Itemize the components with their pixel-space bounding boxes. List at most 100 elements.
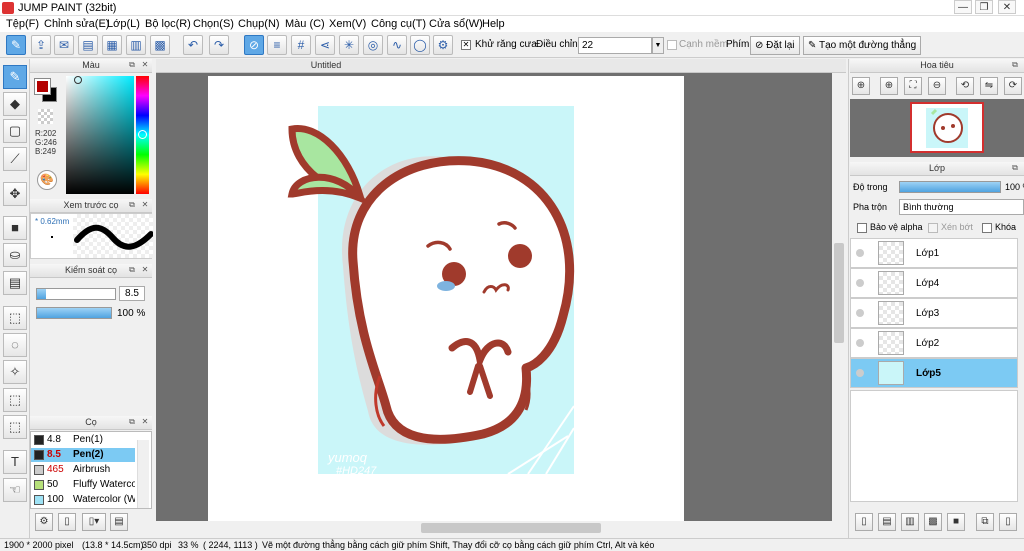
- chevron-down-icon[interactable]: ▼: [652, 37, 664, 54]
- brush-size-slider[interactable]: [36, 288, 116, 300]
- menu-tools[interactable]: Công cụ(T): [371, 18, 426, 30]
- bucket-tool-icon[interactable]: ⛀: [3, 243, 27, 267]
- panel-close-icon[interactable]: ✕: [140, 417, 150, 427]
- new-layer-icon[interactable]: ▯: [855, 513, 873, 531]
- visibility-icon[interactable]: [856, 339, 864, 347]
- undo-icon[interactable]: ↶: [183, 35, 203, 55]
- brush-copy-icon[interactable]: ▯▾: [82, 513, 106, 531]
- ruler-off-icon[interactable]: ⊘: [244, 35, 264, 55]
- brush-list-scrollbar[interactable]: [137, 440, 149, 508]
- perspective-ruler-icon[interactable]: ⋖: [315, 35, 335, 55]
- zoom-out-icon[interactable]: ⊖: [928, 77, 946, 95]
- parallel-ruler-icon[interactable]: ≡: [267, 35, 287, 55]
- grid-icon[interactable]: ▩: [150, 35, 170, 55]
- maximize-button[interactable]: ❐: [975, 0, 993, 14]
- layer-mask-icon[interactable]: ▩: [924, 513, 942, 531]
- brush-item-pen1[interactable]: 4.8 Pen(1): [31, 433, 135, 447]
- layer-delete-icon[interactable]: ▯: [999, 513, 1017, 531]
- layer-folder-icon[interactable]: ■: [947, 513, 965, 531]
- color-picker-cursor[interactable]: [74, 76, 82, 84]
- panel-float-icon[interactable]: ⧉: [1010, 163, 1020, 173]
- visibility-icon[interactable]: [856, 369, 864, 377]
- selection-pen-icon[interactable]: ⬚: [3, 388, 27, 412]
- brush-item-airbrush[interactable]: 465 Airbrush: [31, 463, 135, 477]
- menu-filter[interactable]: Bộ lọc(R): [145, 18, 191, 30]
- adjust-input[interactable]: 22: [578, 37, 652, 54]
- layer-duplicate-icon[interactable]: ⧉: [976, 513, 994, 531]
- zoom-in-alt-icon[interactable]: ⊕: [880, 77, 898, 95]
- visibility-icon[interactable]: [856, 309, 864, 317]
- rectangle-tool-icon[interactable]: ▢: [3, 119, 27, 143]
- export-icon[interactable]: ⇪: [31, 35, 51, 55]
- antialias-checkbox[interactable]: ✕: [461, 40, 471, 50]
- lock-checkbox[interactable]: [982, 223, 992, 233]
- settings-icon[interactable]: ⚙: [433, 35, 453, 55]
- navigator-preview[interactable]: [850, 99, 1024, 157]
- visibility-icon[interactable]: [856, 249, 864, 257]
- smooth-checkbox[interactable]: [667, 40, 677, 50]
- comment-icon[interactable]: ✉: [54, 35, 74, 55]
- layer-row-4[interactable]: Lớp4: [850, 268, 1018, 298]
- menu-edit[interactable]: Chỉnh sửa(E): [44, 18, 109, 30]
- gradient-tool-icon[interactable]: ▤: [3, 271, 27, 295]
- brush-item-watercolor[interactable]: 100 Watercolor (W: [31, 493, 135, 507]
- layer-row-5[interactable]: Lớp5: [850, 358, 1018, 388]
- brush-item-fluffy-watercolor[interactable]: 50 Fluffy Watercol: [31, 478, 135, 492]
- transparent-color-swatch[interactable]: [38, 109, 53, 124]
- curve-ruler-icon[interactable]: ∿: [387, 35, 407, 55]
- fill-rect-tool-icon[interactable]: ■: [3, 216, 27, 240]
- layer-row-2[interactable]: Lớp2: [850, 328, 1018, 358]
- grid-ruler-icon[interactable]: #: [291, 35, 311, 55]
- document-icon[interactable]: ▦: [102, 35, 122, 55]
- flip-icon[interactable]: ⇋: [980, 77, 998, 95]
- new-brush-icon[interactable]: ▯: [58, 513, 76, 531]
- menu-color[interactable]: Màu (C): [285, 18, 325, 30]
- menu-help[interactable]: Help: [482, 18, 505, 30]
- layer-copy-icon[interactable]: ▥: [901, 513, 919, 531]
- menu-file[interactable]: Tệp(F): [6, 18, 39, 30]
- canvas-page[interactable]: yumoq #HD247: [208, 76, 684, 521]
- minimize-button[interactable]: —: [954, 0, 972, 14]
- vertical-scroll-thumb[interactable]: [834, 243, 844, 343]
- panel-close-icon[interactable]: ✕: [140, 200, 150, 210]
- panel-close-icon[interactable]: ✕: [140, 60, 150, 70]
- canvas-area[interactable]: yumoq #HD247: [156, 73, 832, 521]
- redo-icon[interactable]: ↷: [209, 35, 229, 55]
- clip-checkbox[interactable]: [928, 223, 938, 233]
- lasso-select-icon[interactable]: ◌: [3, 333, 27, 357]
- hand-tool-icon[interactable]: ☜: [3, 478, 27, 502]
- close-window-button[interactable]: ✕: [998, 0, 1016, 14]
- menu-select[interactable]: Chọn(S): [193, 18, 234, 30]
- text-tool-icon[interactable]: T: [3, 450, 27, 474]
- page-icon[interactable]: ▥: [126, 35, 146, 55]
- blend-mode-select[interactable]: Bình thường: [899, 199, 1024, 215]
- menu-capture[interactable]: Chụp(N): [238, 18, 280, 30]
- straight-line-button[interactable]: ✎ Tạo một đường thẳng: [803, 36, 922, 55]
- panel-float-icon[interactable]: ⧉: [127, 417, 137, 427]
- protect-alpha-checkbox[interactable]: [857, 223, 867, 233]
- panel-float-icon[interactable]: ⧉: [127, 200, 137, 210]
- pen-tool-icon[interactable]: ✎: [3, 65, 27, 89]
- menu-view[interactable]: Xem(V): [329, 18, 366, 30]
- palette-icon[interactable]: 🎨: [37, 170, 57, 190]
- layer-row-1[interactable]: Lớp1: [850, 238, 1018, 268]
- move-tool-icon[interactable]: ✥: [3, 182, 27, 206]
- horizontal-scroll-thumb[interactable]: [421, 523, 601, 533]
- fit-screen-icon[interactable]: ⛶: [904, 77, 922, 95]
- zoom-in-icon[interactable]: ⊕: [852, 77, 870, 95]
- hue-slider-handle[interactable]: [138, 130, 147, 139]
- brush-delete-icon[interactable]: ▤: [110, 513, 128, 531]
- magic-wand-icon[interactable]: ✧: [3, 360, 27, 384]
- navigator-viewport[interactable]: [910, 102, 984, 153]
- menu-window[interactable]: Cửa sổ(W): [429, 18, 483, 30]
- visibility-icon[interactable]: [856, 279, 864, 287]
- saturation-value-picker[interactable]: [66, 76, 134, 194]
- menu-layer[interactable]: Lớp(L): [107, 18, 140, 30]
- canvas-vertical-scrollbar[interactable]: [832, 73, 846, 521]
- brush-settings-icon[interactable]: ⚙: [35, 513, 53, 531]
- canvas-horizontal-scrollbar[interactable]: [156, 521, 832, 535]
- brush-item-pen2[interactable]: 8.5 Pen(2): [31, 448, 135, 462]
- document-tab[interactable]: Untitled: [156, 60, 496, 70]
- panel-close-icon[interactable]: ✕: [140, 265, 150, 275]
- selection-eraser-icon[interactable]: ⬚: [3, 415, 27, 439]
